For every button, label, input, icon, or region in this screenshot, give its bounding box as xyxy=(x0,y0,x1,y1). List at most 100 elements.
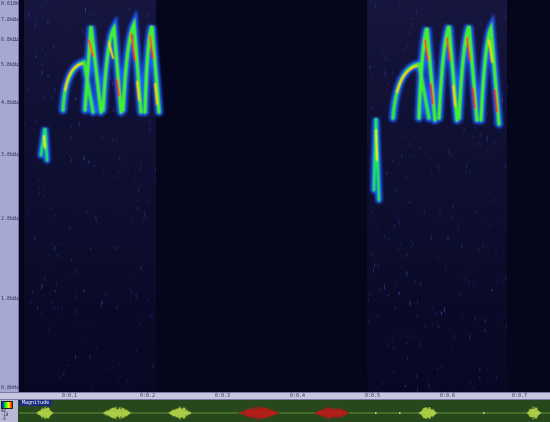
time-ruler[interactable]: 0:0.1 0:0.2 0:0.3 0:0.4 0:0.5 0:0.6 0:0.… xyxy=(0,392,550,400)
noise-speck xyxy=(375,3,377,8)
noise-speck xyxy=(407,334,409,340)
noise-speck xyxy=(140,162,142,166)
noise-speck xyxy=(380,371,382,374)
waveform-panel[interactable]: dB -18 -6 Magnitude xyxy=(0,400,550,422)
noise-speck xyxy=(117,230,119,233)
noise-speck xyxy=(408,142,410,146)
noise-speck xyxy=(55,263,56,265)
noise-speck xyxy=(42,64,44,66)
noise-speck xyxy=(442,381,444,383)
noise-speck xyxy=(425,323,427,328)
waveform-canvas[interactable] xyxy=(19,400,550,422)
noise-speck xyxy=(86,209,88,214)
noise-speck xyxy=(54,246,56,251)
noise-speck xyxy=(88,160,90,164)
noise-speck xyxy=(45,52,47,57)
noise-speck xyxy=(114,246,116,250)
noise-speck xyxy=(503,217,505,220)
noise-speck xyxy=(79,121,81,126)
noise-speck xyxy=(382,51,383,56)
noise-speck xyxy=(423,210,425,215)
freq-tick xyxy=(12,103,18,104)
noise-speck xyxy=(117,363,119,366)
noise-speck xyxy=(424,151,426,154)
noise-speck xyxy=(29,13,30,19)
noise-speck xyxy=(141,263,143,266)
noise-speck xyxy=(41,283,43,288)
noise-speck xyxy=(487,192,489,195)
noise-speck xyxy=(393,346,395,350)
noise-speck xyxy=(396,284,397,287)
noise-speck xyxy=(154,292,156,298)
noise-speck xyxy=(439,168,440,173)
noise-speck xyxy=(83,289,85,292)
noise-speck xyxy=(35,55,37,58)
noise-speck xyxy=(104,258,105,261)
noise-speck xyxy=(439,208,441,213)
noise-speck xyxy=(129,288,131,290)
noise-speck xyxy=(393,223,395,229)
noise-speck xyxy=(501,280,503,284)
noise-speck xyxy=(415,363,417,365)
noise-speck xyxy=(401,154,403,157)
noise-speck xyxy=(474,158,476,161)
noise-speck xyxy=(484,11,486,14)
noise-speck xyxy=(108,291,109,294)
noise-speck xyxy=(431,363,433,365)
noise-speck xyxy=(54,88,56,92)
noise-speck xyxy=(461,243,463,248)
noise-speck xyxy=(409,31,411,35)
noise-speck xyxy=(373,268,374,274)
noise-speck xyxy=(383,68,385,73)
noise-speck xyxy=(59,231,61,233)
noise-speck xyxy=(430,169,432,174)
noise-speck xyxy=(383,284,385,290)
noise-speck xyxy=(56,254,58,257)
waveform-tick xyxy=(399,412,401,414)
noise-speck xyxy=(452,361,454,364)
noise-speck xyxy=(451,348,453,351)
noise-speck xyxy=(457,220,459,223)
spectrogram-view[interactable] xyxy=(19,0,550,395)
noise-speck xyxy=(412,359,414,362)
noise-speck xyxy=(55,283,57,287)
noise-speck xyxy=(496,203,498,204)
frequency-axis: 0.618kHz 7.8kHz 6.8kHz 5.8kHz 4.8kHz 3.8… xyxy=(0,0,25,392)
noise-speck xyxy=(471,115,473,119)
noise-speck xyxy=(93,381,95,384)
noise-speck xyxy=(487,369,489,371)
noise-speck xyxy=(495,198,497,203)
noise-speck xyxy=(398,220,400,225)
noise-speck xyxy=(89,20,91,23)
noise-speck xyxy=(122,206,124,210)
time-label: 0:0.7 xyxy=(512,393,528,399)
noise-speck xyxy=(90,248,92,250)
noise-speck xyxy=(68,273,70,275)
noise-speck xyxy=(61,0,63,3)
noise-speck xyxy=(472,135,474,139)
noise-speck xyxy=(46,58,47,60)
noise-speck xyxy=(411,22,413,27)
noise-speck xyxy=(70,258,72,262)
noise-speck xyxy=(30,300,32,304)
noise-speck xyxy=(386,171,388,175)
noise-speck xyxy=(35,164,37,166)
noise-speck xyxy=(494,141,496,144)
noise-speck xyxy=(63,191,65,194)
noise-speck xyxy=(467,279,469,284)
noise-speck xyxy=(478,247,479,252)
noise-speck xyxy=(493,120,495,125)
noise-speck xyxy=(112,81,114,87)
noise-speck xyxy=(406,43,408,48)
noise-speck xyxy=(389,352,391,356)
noise-speck xyxy=(418,147,420,151)
noise-speck xyxy=(478,142,480,146)
noise-speck xyxy=(113,364,115,366)
noise-speck xyxy=(45,0,47,4)
noise-speck xyxy=(393,370,395,374)
noise-speck xyxy=(480,133,482,137)
noise-speck xyxy=(28,87,30,93)
noise-speck xyxy=(438,256,439,261)
noise-speck xyxy=(108,105,110,108)
noise-speck xyxy=(409,201,410,204)
